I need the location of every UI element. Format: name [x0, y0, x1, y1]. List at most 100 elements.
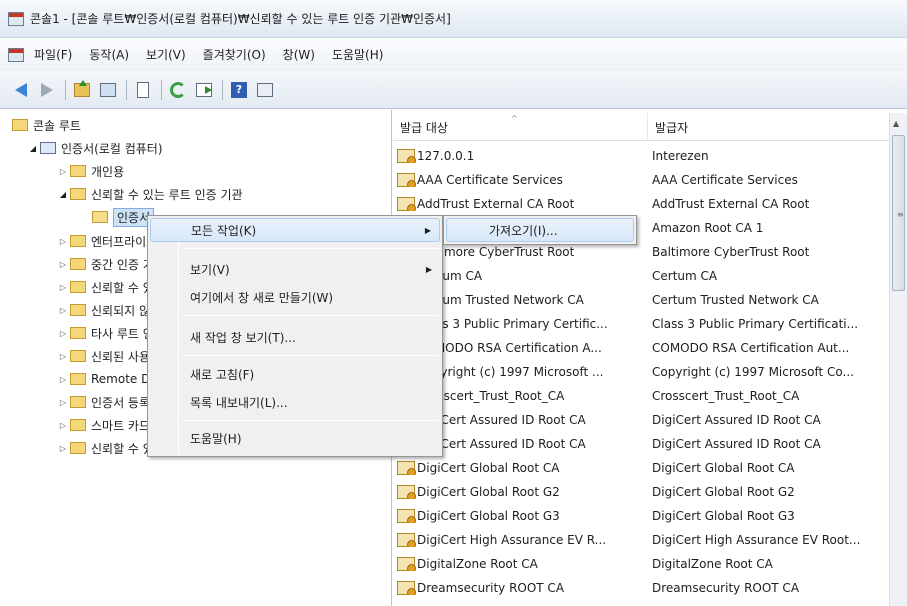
expand-arrow-icon[interactable]: ▷	[56, 444, 70, 453]
menu-favorites[interactable]: 즐겨찾기(O)	[203, 46, 266, 63]
cell-issued-by: Certum Trusted Network CA	[652, 293, 819, 307]
table-row[interactable]: Copyright (c) 1997 Microsoft ... Copyrigh…	[393, 360, 889, 384]
table-row[interactable]: DigiCert Global Root CA DigiCert Global R…	[393, 456, 889, 480]
properties-button[interactable]	[254, 79, 276, 101]
forward-button[interactable]	[36, 79, 58, 101]
mmc-app-icon[interactable]	[8, 47, 24, 62]
toolbar-separator	[65, 79, 66, 100]
expand-arrow-icon[interactable]: ▷	[56, 283, 70, 292]
table-row[interactable]: DigitalZone Root CA DigitalZone Root CA	[393, 552, 889, 576]
menu-item-all-tasks[interactable]: 모든 작업(K) ▶	[150, 218, 440, 242]
mmc-app-icon	[8, 11, 24, 26]
menu-item-export-list[interactable]: 목록 내보내기(L)...	[150, 390, 440, 414]
tree-item-console-root[interactable]: 콘솔 루트	[12, 114, 81, 136]
export-list-button[interactable]	[193, 79, 215, 101]
cell-issued-by: Interezen	[652, 149, 709, 163]
table-row[interactable]: DigiCert Assured ID Root CA DigiCert Assu…	[393, 432, 889, 456]
expand-arrow-icon[interactable]: ▷	[56, 260, 70, 269]
certificate-list-pane: 발급 대상 ^ 발급자 127.0.0.1 Interezen AAA Certif…	[393, 110, 907, 606]
expand-arrow-icon[interactable]: ▷	[56, 167, 70, 176]
back-button[interactable]	[10, 79, 32, 101]
properties-icon	[257, 82, 273, 97]
window-title: 콘솔1 - [콘솔 루트₩인증서(로컬 컴퓨터)₩신뢰할 수 있는 루트 인증 …	[30, 12, 451, 26]
menu-item-label: 모든 작업(K)	[191, 223, 257, 238]
sort-ascending-icon: ^	[511, 114, 518, 123]
expand-arrow-icon[interactable]: ▷	[56, 375, 70, 384]
up-one-level-button[interactable]	[71, 79, 93, 101]
help-icon: ?	[231, 81, 247, 98]
table-row[interactable]: DigiCert High Assurance EV R... DigiCert …	[393, 528, 889, 552]
table-row[interactable]: DigiCert Global Root G3 DigiCert Global R…	[393, 504, 889, 528]
menu-item-help[interactable]: 도움말(H)	[150, 426, 440, 450]
table-row[interactable]: Certum Trusted Network CA Certum Trusted …	[393, 288, 889, 312]
scrollbar-thumb[interactable]: ≡	[892, 135, 905, 291]
menu-item-refresh[interactable]: 새로 고침(F)	[150, 362, 440, 386]
folder-icon	[70, 165, 86, 177]
table-row[interactable]: DigiCert Global Root G2 DigiCert Global R…	[393, 480, 889, 504]
certificate-icon	[397, 557, 416, 571]
column-header-issued-to[interactable]: 발급 대상 ^	[393, 113, 648, 141]
expand-arrow-icon[interactable]: ▷	[56, 421, 70, 430]
refresh-icon	[170, 81, 186, 98]
collapse-arrow-icon[interactable]: ◢	[56, 190, 70, 199]
certificate-icon	[397, 197, 416, 211]
cell-issued-by: DigiCert Assured ID Root CA	[652, 413, 821, 427]
table-row[interactable]: Dreamsecurity ROOT CA Dreamsecurity ROOT …	[393, 576, 889, 600]
show-hide-tree-button[interactable]	[97, 79, 119, 101]
submenu-arrow-icon: ▶	[425, 264, 432, 274]
tree-item-certificates-local-computer[interactable]: ◢ 인증서(로컬 컴퓨터)	[26, 137, 163, 159]
tree-item-personal[interactable]: ▷ 개인용	[56, 160, 124, 182]
table-row[interactable]: Crosscert_Trust_Root_CA Crosscert_Trust_R…	[393, 384, 889, 408]
table-row[interactable]: COMODO RSA Certification A... COMODO RSA …	[393, 336, 889, 360]
vertical-scrollbar[interactable]: ▲ ≡	[889, 113, 907, 606]
cell-text: DigiCert Global Root CA	[417, 461, 560, 475]
menu-window[interactable]: 창(W)	[283, 46, 315, 63]
table-row[interactable]: Class 3 Public Primary Certific... Class …	[393, 312, 889, 336]
menu-item-new-taskpad-view[interactable]: 새 작업 창 보기(T)...	[150, 325, 440, 349]
expand-arrow-icon[interactable]: ▷	[56, 237, 70, 246]
help-button[interactable]: ?	[228, 79, 250, 101]
all-tasks-submenu: 가져오기(I)...	[443, 215, 637, 245]
menu-item-new-window-from-here[interactable]: 여기에서 창 새로 만들기(W)	[150, 285, 440, 309]
toolbar-separator	[126, 79, 127, 100]
table-row[interactable]: AddTrust External CA Root AddTrust Extern…	[393, 192, 889, 216]
expand-arrow-icon[interactable]: ▷	[56, 329, 70, 338]
export-list-icon	[196, 82, 212, 97]
cell-issued-by: DigiCert High Assurance EV Root...	[652, 533, 861, 547]
table-row[interactable]: Certum CA Certum CA	[393, 264, 889, 288]
scroll-up-icon[interactable]: ▲	[893, 119, 899, 128]
table-row[interactable]: 127.0.0.1 Interezen	[393, 144, 889, 168]
cell-issued-to: AAA Certificate Services	[393, 173, 652, 187]
folder-icon	[70, 396, 86, 408]
menu-action[interactable]: 동작(A)	[89, 46, 129, 63]
menu-item-view[interactable]: 보기(V) ▶	[150, 257, 440, 281]
tree-item-label: 개인용	[91, 164, 125, 179]
tree-item-label: 콘솔 루트	[33, 118, 81, 133]
menu-item-label: 보기(V)	[190, 262, 230, 277]
menu-help[interactable]: 도움말(H)	[332, 46, 384, 63]
cell-issued-by: Copyright (c) 1997 Microsoft Co...	[652, 365, 854, 379]
menu-file[interactable]: 파일(F)	[34, 46, 72, 63]
tree-item-trusted-root-ca[interactable]: ◢ 신뢰할 수 있는 루트 인증 기관	[56, 183, 243, 205]
cell-issued-to: DigitalZone Root CA	[393, 557, 652, 571]
copy-button[interactable]	[132, 79, 154, 101]
certificate-icon	[397, 509, 416, 523]
certificate-icon	[397, 485, 416, 499]
cell-text: Copyright (c) 1997 Microsoft ...	[417, 365, 604, 379]
tree-item-trusted-people[interactable]: ▷ 신뢰된 사용자	[56, 345, 161, 367]
collapse-arrow-icon[interactable]: ◢	[26, 144, 40, 153]
folder-icon	[12, 119, 28, 131]
cell-issued-by: Class 3 Public Primary Certificati...	[652, 317, 859, 331]
expand-arrow-icon[interactable]: ▷	[56, 398, 70, 407]
expand-arrow-icon[interactable]: ▷	[56, 306, 70, 315]
menu-view[interactable]: 보기(V)	[146, 46, 186, 63]
tree-item-certificates[interactable]: 인증서	[92, 206, 155, 228]
table-row[interactable]: DigiCert Assured ID Root CA DigiCert Assu…	[393, 408, 889, 432]
menu-item-import[interactable]: 가져오기(I)...	[446, 218, 634, 242]
table-row[interactable]: AAA Certificate Services AAA Certificate …	[393, 168, 889, 192]
cell-text: AddTrust External CA Root	[417, 197, 575, 211]
expand-arrow-icon[interactable]: ▷	[56, 352, 70, 361]
column-header-issued-by[interactable]: 발급자	[648, 113, 889, 141]
refresh-button[interactable]	[167, 79, 189, 101]
cell-issued-to: DigiCert Global Root G3	[393, 509, 652, 523]
